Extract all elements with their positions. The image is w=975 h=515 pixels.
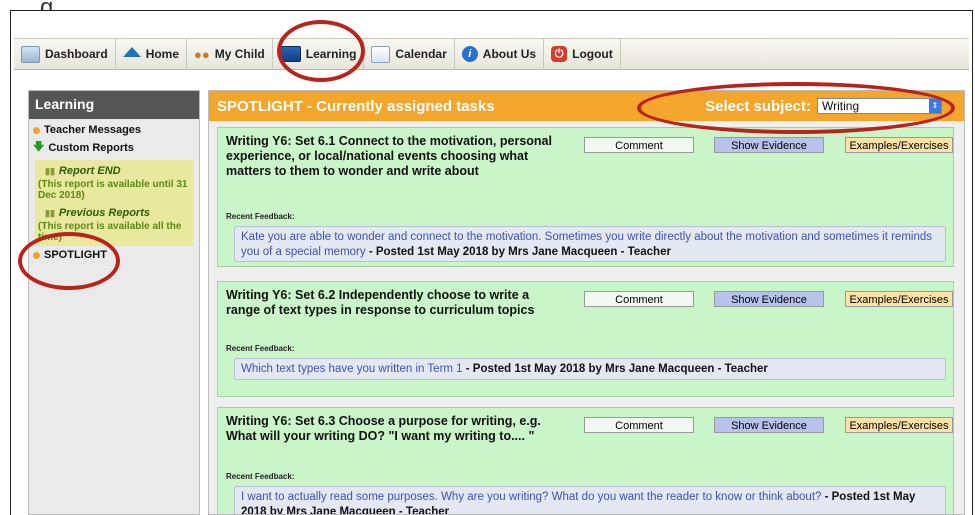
nav-home[interactable]: Home — [116, 39, 188, 69]
comment-button[interactable]: Comment — [584, 137, 694, 153]
show-evidence-button[interactable]: Show Evidence — [714, 137, 824, 153]
examples-exercises-button[interactable]: Examples/Exercises — [845, 137, 953, 153]
report-end-note: (This report is available until 31 Dec 2… — [38, 179, 188, 201]
nav-home-label: Home — [145, 47, 180, 61]
examples-exercises-button[interactable]: Examples/Exercises — [845, 291, 953, 307]
nav-learning[interactable]: Learning — [273, 39, 365, 69]
recent-feedback-label: Recent Feedback: — [226, 212, 295, 221]
nav-dashboard-label: Dashboard — [45, 47, 108, 61]
main-panel: SPOTLIGHT - Currently assigned tasks Sel… — [208, 90, 965, 515]
comment-button[interactable]: Comment — [584, 291, 694, 307]
sidebar: Learning Teacher Messages 🡇 Custom Repor… — [28, 90, 200, 515]
info-icon: i — [461, 46, 478, 62]
logout-icon: ⏻ — [551, 46, 568, 62]
feedback-box: Which text types have you written in Ter… — [234, 358, 946, 380]
arrow-down-icon: 🡇 — [33, 141, 45, 153]
comment-button[interactable]: Comment — [584, 417, 694, 433]
learning-icon — [279, 46, 301, 62]
nav-about-us[interactable]: i About Us — [455, 39, 545, 69]
report-end-label: Report END — [58, 165, 121, 177]
bullet-icon — [33, 251, 40, 259]
sidebar-item-spotlight[interactable]: SPOTLIGHT — [33, 248, 195, 262]
nav-my-child-label: My Child — [214, 47, 265, 61]
nav-calendar[interactable]: Calendar — [364, 39, 455, 69]
child-icon: ●● — [194, 46, 210, 62]
nav-about-us-label: About Us — [482, 47, 537, 61]
nav-my-child[interactable]: ●● My Child — [187, 39, 273, 69]
nav-learning-label: Learning — [305, 47, 357, 61]
feedback-text: I want to actually read some purposes. W… — [241, 491, 822, 503]
feedback-text: Which text types have you written in Ter… — [241, 363, 463, 375]
sidebar-item-label: SPOTLIGHT — [44, 249, 107, 261]
task-title: Writing Y6: Set 6.2 Independently choose… — [226, 288, 535, 317]
task-card: Writing Y6: Set 6.2 Independently choose… — [217, 281, 954, 397]
nav-dashboard[interactable]: Dashboard — [14, 39, 116, 69]
show-evidence-button[interactable]: Show Evidence — [714, 417, 824, 433]
home-icon — [122, 47, 141, 57]
task-title: Writing Y6: Set 6.1 Connect to the motiv… — [226, 134, 552, 178]
main-header: SPOTLIGHT - Currently assigned tasks Sel… — [209, 91, 964, 121]
feedback-meta: - Posted 1st May 2018 by Mrs Jane Macque… — [365, 246, 671, 258]
sidebar-item-previous-reports[interactable]: ▮▮ Previous Reports — [37, 205, 191, 221]
nav-logout-label: Logout — [572, 47, 613, 61]
feedback-meta: - Posted 1st May 2018 by Mrs Jane Macque… — [462, 363, 768, 375]
sidebar-item-report-end[interactable]: ▮▮ Report END — [37, 163, 191, 179]
previous-reports-label: Previous Reports — [58, 207, 150, 219]
task-card: Writing Y6: Set 6.3 Choose a purpose for… — [217, 407, 954, 514]
page-title: SPOTLIGHT - Currently assigned tasks — [217, 97, 495, 115]
examples-exercises-button[interactable]: Examples/Exercises — [845, 417, 953, 433]
recent-feedback-label: Recent Feedback: — [226, 472, 295, 481]
recent-feedback-label: Recent Feedback: — [226, 344, 295, 353]
sidebar-title: Learning — [29, 91, 199, 119]
bar-chart-icon: ▮▮ — [45, 165, 55, 176]
top-navigation: Dashboard Home ●● My Child Learning Cale… — [14, 38, 969, 70]
sidebar-item-label: Teacher Messages — [44, 124, 142, 136]
calendar-icon — [371, 45, 391, 63]
select-arrows-icon: ⇕ — [929, 99, 941, 113]
reports-panel: ▮▮ Report END (This report is available … — [35, 160, 193, 246]
subject-select[interactable]: Writing ⇕ — [817, 98, 942, 114]
sidebar-item-custom-reports[interactable]: 🡇 Custom Reports — [33, 137, 195, 158]
task-title: Writing Y6: Set 6.3 Choose a purpose for… — [226, 414, 541, 443]
sidebar-item-label: Custom Reports — [48, 141, 134, 154]
feedback-box: I want to actually read some purposes. W… — [234, 486, 946, 514]
select-subject-label: Select subject: — [705, 97, 811, 115]
previous-reports-note: (This report is available all the time) — [38, 221, 182, 243]
subject-select-group: Select subject: Writing ⇕ — [705, 98, 942, 115]
nav-calendar-label: Calendar — [395, 47, 447, 61]
sidebar-list: Teacher Messages 🡇 Custom Reports ▮▮ Rep… — [29, 119, 199, 266]
show-evidence-button[interactable]: Show Evidence — [714, 291, 824, 307]
nav-logout[interactable]: ⏻ Logout — [544, 39, 621, 69]
bar-chart-icon: ▮▮ — [45, 207, 55, 218]
feedback-box: Kate you are able to wonder and connect … — [234, 226, 946, 262]
subject-select-value: Writing — [822, 99, 860, 113]
task-card: Writing Y6: Set 6.1 Connect to the motiv… — [217, 127, 954, 267]
dashboard-icon — [21, 45, 40, 63]
sidebar-item-teacher-messages[interactable]: Teacher Messages — [33, 123, 195, 137]
bullet-icon — [33, 126, 40, 134]
